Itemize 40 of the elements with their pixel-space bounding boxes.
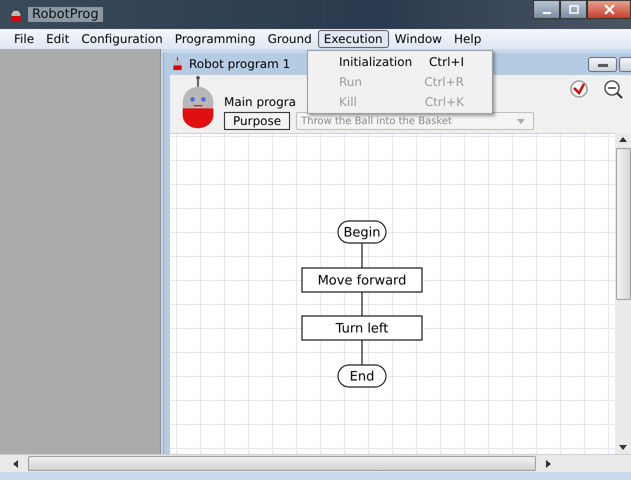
robot-icon [172, 56, 183, 72]
scroll-down-icon[interactable] [619, 445, 627, 450]
purpose-button[interactable]: Purpose [224, 112, 290, 130]
menu-item[interactable]: Programming [168, 30, 262, 48]
minimize-button[interactable] [533, 0, 560, 19]
close-icon [604, 4, 614, 15]
scroll-up-icon[interactable] [619, 137, 627, 142]
minimize-icon [542, 12, 550, 14]
menu-item[interactable]: Execution [318, 30, 389, 48]
zoom-out-icon[interactable] [603, 79, 623, 99]
minimize-icon [598, 64, 608, 68]
minimize-button[interactable] [588, 56, 617, 72]
window-title: RobotProg [28, 7, 103, 22]
maximize-icon [568, 4, 578, 14]
terminal-node[interactable]: Begin [338, 220, 386, 244]
checkmark-icon[interactable] [569, 79, 589, 99]
menu-item[interactable]: Configuration [75, 30, 169, 48]
close-button[interactable] [587, 0, 631, 19]
restore-button[interactable] [619, 56, 631, 72]
scroll-right-icon[interactable] [546, 460, 551, 468]
menu-item[interactable]: Edit [40, 30, 76, 48]
menu-item[interactable]: File [8, 30, 40, 48]
menu-item[interactable]: Initialization Ctrl+I [308, 52, 492, 72]
maximize-button[interactable] [560, 0, 587, 19]
terminal-node[interactable]: End [338, 364, 386, 388]
program-label: Main progra [224, 95, 296, 109]
action-node[interactable]: Move forward [302, 268, 422, 292]
dropdown-arrow-icon [517, 118, 526, 124]
action-node[interactable]: Turn left [302, 316, 422, 340]
scroll-left-icon[interactable] [13, 460, 18, 468]
robot-drawing [180, 76, 216, 130]
vertical-scrollbar[interactable] [615, 133, 631, 454]
menu-item[interactable]: Ground [262, 30, 318, 48]
menu-item[interactable]: Help [448, 30, 488, 48]
horizontal-scrollbar[interactable] [0, 454, 631, 472]
menu-item[interactable]: Window [388, 30, 448, 48]
scroll-thumb[interactable] [28, 456, 536, 471]
robot-icon [10, 6, 22, 22]
scroll-thumb[interactable] [616, 148, 630, 300]
child-window-title: Robot program 1 [189, 57, 290, 71]
